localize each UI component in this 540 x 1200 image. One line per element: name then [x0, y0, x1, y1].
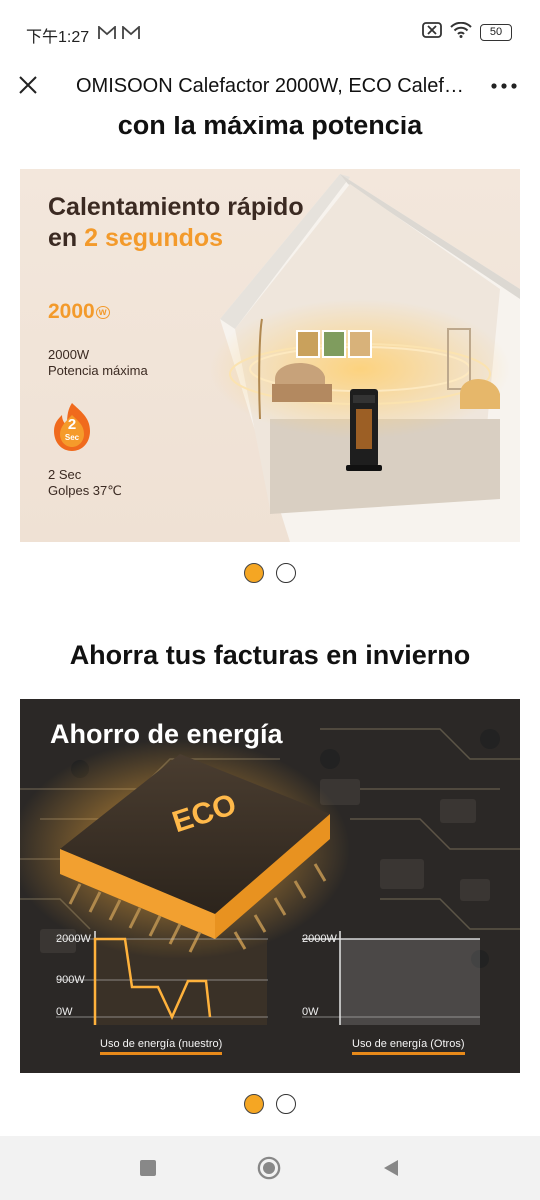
heat-time-line1: 2 Sec	[48, 467, 82, 482]
carousel-dot-2[interactable]	[276, 563, 296, 583]
home-circle-icon	[257, 1156, 281, 1180]
carousel-dot-1[interactable]	[244, 563, 264, 583]
left-chart-caption: Uso de energía (nuestro)	[100, 1038, 223, 1055]
banner-title-line2: en 2 segundos	[48, 224, 223, 253]
page-title: OMISOON Calefactor 2000W, ECO Calefactor…	[76, 75, 464, 97]
status-time: 下午1:27	[26, 29, 90, 46]
gmail-icon	[98, 25, 116, 45]
system-nav-bar	[0, 1136, 540, 1200]
recents-button[interactable]	[136, 1156, 160, 1180]
carousel-dot-2[interactable]	[276, 1094, 296, 1114]
power-line2: Potencia máxima	[48, 363, 148, 378]
power-unit: w	[95, 305, 110, 319]
left-chart-y-label: 900W	[56, 974, 85, 986]
power-number: 2000	[48, 300, 95, 323]
carousel-dot-1[interactable]	[244, 1094, 264, 1114]
right-chart-y-label: 2000W	[302, 933, 337, 945]
back-button[interactable]	[379, 1156, 403, 1180]
product-image-heating[interactable]: Calentamiento rápido en 2 segundos 2000 w…	[20, 169, 520, 542]
app-bar: OMISOON Calefactor 2000W, ECO Calefactor…	[0, 62, 540, 116]
battery-icon: 50	[480, 24, 512, 41]
product-description-scroll[interactable]: con la máxima potencia Calentamiento ráp…	[0, 116, 540, 1136]
home-button[interactable]	[257, 1156, 281, 1180]
room-illustration	[210, 174, 520, 542]
left-chart-y-label: 2000W	[56, 933, 91, 945]
carousel-indicator	[0, 563, 540, 583]
product-image-energy[interactable]: Ahorro de energía ECO 2000W 900W 0W Uso …	[20, 699, 520, 1073]
right-chart-y-label: 0W	[302, 1006, 319, 1018]
status-bar: 下午1:27 50	[0, 0, 540, 62]
badge-value: 2	[67, 416, 77, 433]
section-heading: con la máxima potencia	[117, 116, 423, 140]
right-chart-caption: Uso de energía (Otros)	[352, 1038, 465, 1055]
badge-unit: Sec	[64, 433, 80, 442]
power-big-value: 2000 w	[48, 300, 110, 324]
flame-badge-icon: 2 Sec	[50, 401, 94, 453]
energy-chart-lines	[56, 931, 480, 1025]
more-options-icon	[491, 83, 517, 89]
left-chart-y-label: 0W	[56, 1006, 73, 1018]
gmail-icon	[122, 25, 140, 45]
back-triangle-icon	[384, 1160, 398, 1176]
power-line1: 2000W	[48, 347, 90, 362]
close-button[interactable]	[12, 69, 44, 101]
no-sim-icon	[422, 22, 442, 43]
more-options-button[interactable]	[488, 72, 520, 100]
section-heading: Ahorra tus facturas en invierno	[69, 640, 471, 670]
heat-time-line2: Golpes 37℃	[48, 483, 122, 498]
close-icon	[19, 76, 37, 94]
recents-square-icon	[140, 1160, 156, 1176]
carousel-indicator	[0, 1094, 540, 1114]
banner-title-prefix: en	[48, 224, 85, 252]
wifi-icon	[450, 21, 472, 43]
